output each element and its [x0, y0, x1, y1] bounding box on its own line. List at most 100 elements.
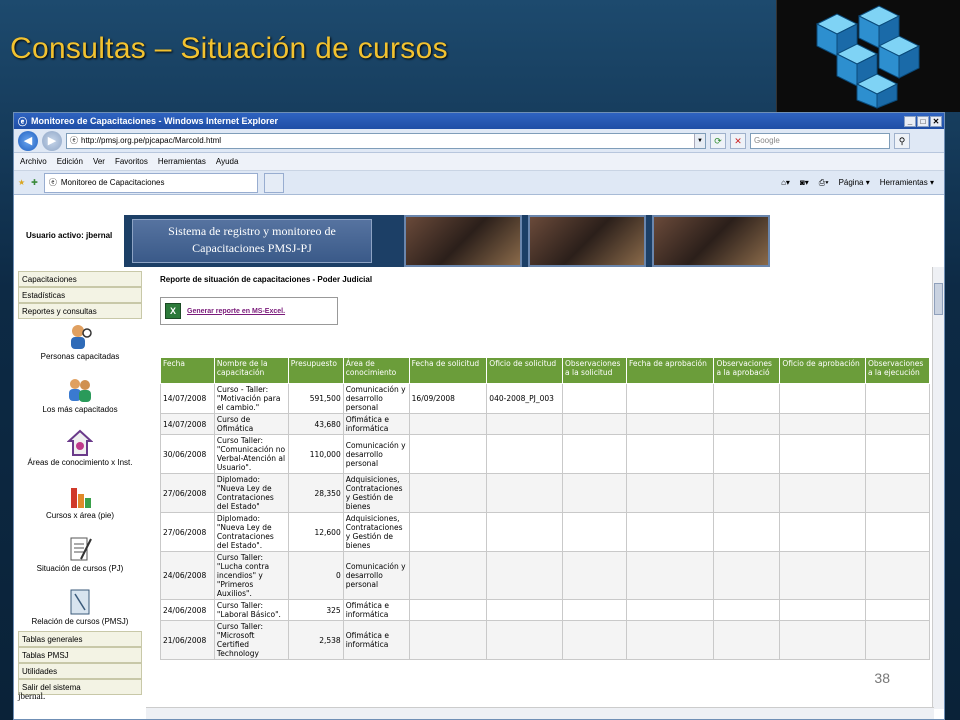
print-icon[interactable]: ⎙▾	[819, 178, 829, 188]
table-cell	[486, 620, 564, 660]
table-cell	[562, 434, 627, 474]
active-user: Usuario activo: jbernal	[26, 231, 113, 240]
table-cell	[713, 551, 781, 600]
sidebar-item-estadisticas[interactable]: Estadísticas	[18, 287, 142, 303]
table-row: 30/06/2008 Curso Taller: "Comunicación no…	[160, 434, 931, 474]
table-cell: 325	[287, 599, 344, 621]
sidebar-item-utilidades[interactable]: Utilidades	[18, 663, 142, 679]
tools-menu-button[interactable]: Herramientas ▾	[880, 178, 934, 187]
document-icon	[67, 535, 93, 563]
horizontal-scrollbar[interactable]	[146, 707, 934, 719]
column-header: Fecha	[160, 357, 215, 384]
ie-icon: ⓔ	[18, 116, 28, 127]
table-cell: Curso Taller: "Lucha contra incendios" y…	[213, 551, 289, 600]
table-cell: Ofimática e informática	[342, 413, 410, 435]
sidebar-entry-label: Los más capacitados	[42, 405, 118, 414]
table-cell: 27/06/2008	[160, 512, 215, 552]
sidebar-entry-label: Cursos x área (pie)	[45, 511, 115, 520]
table-cell: Comunicación y desarrollo personal	[342, 383, 410, 414]
cube-logo-icon	[776, 0, 960, 112]
table-cell	[779, 512, 866, 552]
sidebar: Capacitaciones Estadísticas Reportes y c…	[18, 271, 142, 701]
table-cell: Adquisiciones, Contrataciones y Gestión …	[342, 512, 410, 552]
excel-export-link[interactable]: Generar reporte en MS-Excel.	[187, 308, 285, 315]
menu-archivo[interactable]: Archivo	[20, 157, 47, 166]
sidebar-item-tablas-generales[interactable]: Tablas generales	[18, 631, 142, 647]
browser-window: ⓔ Monitoreo de Capacitaciones - Windows …	[13, 112, 945, 720]
table-cell	[625, 383, 715, 414]
sidebar-entry-mas-capacitados[interactable]: Los más capacitados	[18, 376, 142, 427]
table-cell	[625, 434, 715, 474]
table-cell: 040-2008_PJ_003	[486, 383, 564, 414]
sidebar-entry-relacion[interactable]: Relación de cursos (PMSJ)	[18, 588, 142, 627]
menu-favoritos[interactable]: Favoritos	[115, 157, 148, 166]
table-cell	[486, 512, 564, 552]
table-cell	[713, 599, 781, 621]
table-cell: 16/09/2008	[408, 383, 488, 414]
maximize-button[interactable]: □	[917, 115, 929, 127]
sidebar-entry-cursos-area[interactable]: Cursos x área (pie)	[18, 482, 142, 533]
menu-edicion[interactable]: Edición	[57, 157, 83, 166]
sidebar-item-reportes[interactable]: Reportes y consultas	[18, 303, 142, 319]
table-cell	[864, 434, 931, 474]
refresh-button[interactable]: ⟳	[710, 132, 726, 149]
feeds-icon[interactable]: ◙▾	[800, 178, 809, 187]
slide-title: Consultas – Situación de cursos	[10, 32, 448, 65]
page-menu-label: Página	[838, 178, 864, 187]
minimize-button[interactable]: _	[904, 115, 916, 127]
table-cell: 110,000	[287, 434, 344, 474]
new-tab-button[interactable]	[263, 172, 284, 193]
address-bar[interactable]: ⓔ http://pmsj.org.pe/pjcapac/MarcoId.htm…	[66, 132, 706, 149]
menu-herramientas[interactable]: Herramientas	[158, 157, 206, 166]
table-cell: 21/06/2008	[160, 620, 215, 660]
table-cell	[864, 512, 931, 552]
page-icon: ⓔ	[70, 136, 78, 145]
table-cell	[408, 434, 488, 474]
sidebar-entry-personas[interactable]: Personas capacitadas	[18, 323, 142, 374]
table-cell: Curso de Ofimática	[213, 413, 289, 435]
table-row: 24/06/2008 Curso Taller: "Laboral Básico"…	[160, 599, 931, 621]
column-header: Fecha de aprobación	[625, 357, 715, 384]
vertical-scrollbar[interactable]	[932, 267, 944, 709]
close-button[interactable]: ✕	[930, 115, 942, 127]
sidebar-item-tablas-pmsj[interactable]: Tablas PMSJ	[18, 647, 142, 663]
column-header: Observaciones a la ejecución	[864, 357, 931, 384]
sidebar-report-list: Personas capacitadas Los más capacitados…	[18, 321, 142, 627]
search-icon[interactable]: ⚲	[894, 132, 910, 149]
add-favorite-icon[interactable]: ✚	[31, 178, 38, 187]
menu-ayuda[interactable]: Ayuda	[216, 157, 239, 166]
table-cell	[408, 599, 488, 621]
back-button[interactable]: ◀	[18, 130, 38, 151]
table-cell: 43,680	[287, 413, 344, 435]
table-cell	[562, 620, 627, 660]
stop-button[interactable]: ✕	[730, 132, 746, 149]
search-input[interactable]: Google	[750, 132, 890, 149]
pie-chart-icon	[67, 482, 93, 510]
column-header: Presupuesto	[287, 357, 344, 384]
sidebar-item-capacitaciones[interactable]: Capacitaciones	[18, 271, 142, 287]
table-cell	[864, 620, 931, 660]
table-cell	[486, 599, 564, 621]
table-cell	[562, 473, 627, 513]
home-icon[interactable]: ⌂▾	[781, 178, 790, 187]
sidebar-footer-menu: Tablas generales Tablas PMSJ Utilidades …	[18, 631, 142, 695]
table-cell: Curso Taller: "Comunicación no Verbal-At…	[213, 434, 289, 474]
column-header: Área de conocimiento	[342, 357, 410, 384]
sidebar-entry-areas[interactable]: Áreas de conocimiento x Inst.	[18, 429, 142, 480]
table-cell	[486, 473, 564, 513]
table-cell	[779, 413, 866, 435]
tab-monitoreo[interactable]: ⓔ Monitoreo de Capacitaciones	[43, 172, 258, 193]
table-cell: 14/07/2008	[160, 383, 215, 414]
house-icon	[66, 429, 94, 457]
forward-button[interactable]: ▶	[42, 130, 62, 151]
page-menu-button[interactable]: Página ▾	[839, 178, 870, 187]
sidebar-entry-situacion[interactable]: Situación de cursos (PJ)	[18, 535, 142, 586]
scroll-thumb[interactable]	[934, 283, 943, 315]
table-cell: Curso Taller: "Microsoft Certified Techn…	[213, 620, 289, 660]
menu-ver[interactable]: Ver	[93, 157, 105, 166]
excel-icon[interactable]: X	[165, 303, 181, 319]
chevron-down-icon[interactable]: ▼	[694, 133, 705, 148]
tab-bar: ★ ✚ ⓔ Monitoreo de Capacitaciones ⌂▾ ◙▾ …	[14, 171, 944, 195]
table-cell: Ofimática e informática	[342, 620, 410, 660]
favorites-star-icon[interactable]: ★	[18, 178, 25, 187]
